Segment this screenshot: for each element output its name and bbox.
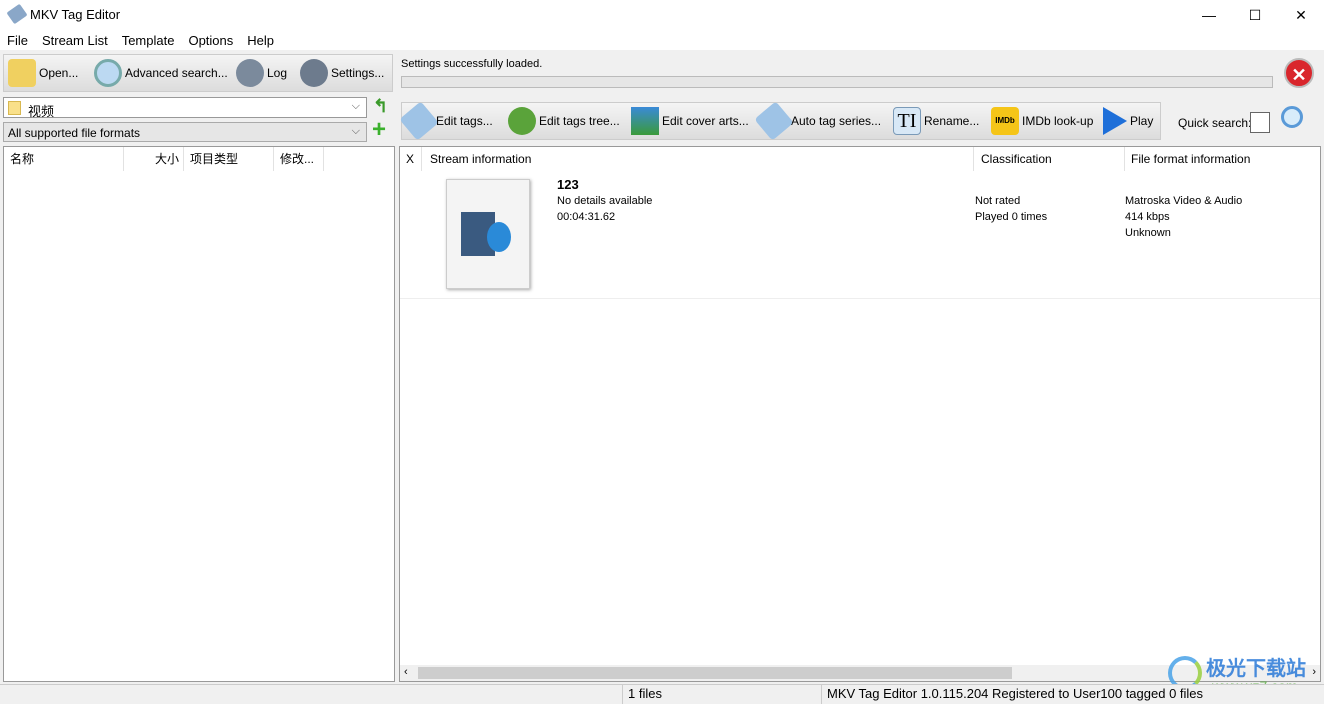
status-files: 1 files [622,685,662,704]
stream-title: 123 [557,177,579,192]
stream-list[interactable]: X Stream information Classification File… [399,146,1321,682]
main-toolbar: Edit tags... Edit tags tree... Edit cove… [399,101,1161,141]
chevron-down-icon: ⌵ [351,100,360,112]
folder-icon [8,101,21,115]
advanced-search-label: Advanced search... [125,66,228,80]
column-x[interactable]: X [400,147,422,171]
column-file-format[interactable]: File format information [1125,147,1320,171]
tree-icon [508,107,536,135]
menu-bar: File Stream List Template Options Help [0,30,1324,50]
status-message: Settings successfully loaded. [401,58,543,70]
minimize-button[interactable]: — [1186,0,1232,30]
stream-duration: 00:04:31.62 [557,211,616,223]
cancel-icon[interactable]: ✕ [1284,58,1314,88]
scroll-left-icon[interactable]: ‹ [404,666,408,678]
log-button[interactable]: Log [236,58,287,88]
left-toolbar: Open... Advanced search... Log Settings.… [3,54,393,92]
close-button[interactable]: ✕ [1278,0,1324,30]
scroll-right-icon[interactable]: › [1312,666,1316,678]
column-name[interactable]: 名称 [4,147,124,171]
folder-combo[interactable]: 视频 ⌵ [3,97,367,119]
stream-details: No details available [557,195,653,207]
media-file-icon [446,179,530,289]
imdb-icon: IMDb [991,107,1019,135]
progress-bar [401,76,1273,88]
gears-icon [300,59,328,87]
edit-cover-arts-button[interactable]: Edit cover arts... [631,106,749,136]
rename-button[interactable]: TI Rename... [893,106,979,136]
edit-tags-tree-button[interactable]: Edit tags tree... [508,106,620,136]
open-button[interactable]: Open... [8,58,78,88]
imdb-lookup-button[interactable]: IMDb IMDb look-up [991,106,1093,136]
edit-tags-tree-label: Edit tags tree... [539,114,620,128]
auto-tag-series-button[interactable]: Auto tag series... [754,101,882,141]
play-button[interactable]: Play [1103,106,1153,136]
stream-played: Played 0 times [975,211,1048,223]
play-label: Play [1130,114,1154,128]
add-icon[interactable]: + [372,118,386,142]
format-combo[interactable]: All supported file formats ⌵ [3,122,367,142]
file-list[interactable]: 名称 大小 项目类型 修改... [3,146,395,682]
123-tag-icon [754,101,794,141]
rename-label: Rename... [924,114,980,128]
open-label: Open... [39,66,79,80]
quick-search-label: Quick search: [1178,116,1252,130]
folder-value: 视频 [28,104,55,119]
mkv-tag-icon [399,101,439,141]
edit-cover-arts-label: Edit cover arts... [662,114,749,128]
edit-tags-button[interactable]: Edit tags... [399,101,493,141]
text-cursor-icon: TI [893,107,921,135]
quick-search-input[interactable] [1250,112,1270,133]
column-type[interactable]: 项目类型 [184,147,274,171]
status-info: MKV Tag Editor 1.0.115.204 Registered to… [821,685,1203,704]
scrollbar-thumb[interactable] [418,667,1012,679]
title-bar: MKV Tag Editor — ☐ ✕ [0,0,1324,30]
maximize-button[interactable]: ☐ [1232,0,1278,30]
stream-bitrate: 414 kbps [1125,211,1170,223]
menu-options[interactable]: Options [181,30,240,51]
format-value: All supported file formats [8,126,141,140]
search-icon[interactable] [1281,106,1303,128]
stream-row[interactable]: 123 No details available 00:04:31.62 Not… [400,173,1320,299]
menu-stream-list[interactable]: Stream List [35,30,115,51]
status-bar: 1 files MKV Tag Editor 1.0.115.204 Regis… [0,684,1324,704]
watermark-text: 极光下载站 [1206,658,1306,680]
clock-gear-icon [236,59,264,87]
play-icon [1103,107,1127,135]
column-size[interactable]: 大小 [124,147,184,171]
column-stream-info[interactable]: Stream information [424,147,974,171]
stream-rating: Not rated [975,195,1021,207]
window-title: MKV Tag Editor [30,7,121,22]
menu-help[interactable]: Help [240,30,281,51]
chevron-down-icon: ⌵ [351,125,360,137]
stream-format: Matroska Video & Audio [1125,195,1243,207]
folder-music-icon [8,59,36,87]
column-modified[interactable]: 修改... [274,147,324,171]
up-folder-icon[interactable]: ↰ [373,96,388,117]
column-classification[interactable]: Classification [975,147,1125,171]
app-tag-icon [6,3,28,25]
menu-file[interactable]: File [0,30,35,51]
settings-label: Settings... [331,66,385,80]
settings-button[interactable]: Settings... [300,58,384,88]
magnifier-icon [94,59,122,87]
edit-tags-label: Edit tags... [436,114,493,128]
landscape-image-icon [631,107,659,135]
menu-template[interactable]: Template [115,30,182,51]
advanced-search-button[interactable]: Advanced search... [94,58,228,88]
stream-extra: Unknown [1125,227,1171,239]
auto-tag-series-label: Auto tag series... [791,114,882,128]
imdb-lookup-label: IMDb look-up [1022,114,1094,128]
log-label: Log [267,66,288,80]
